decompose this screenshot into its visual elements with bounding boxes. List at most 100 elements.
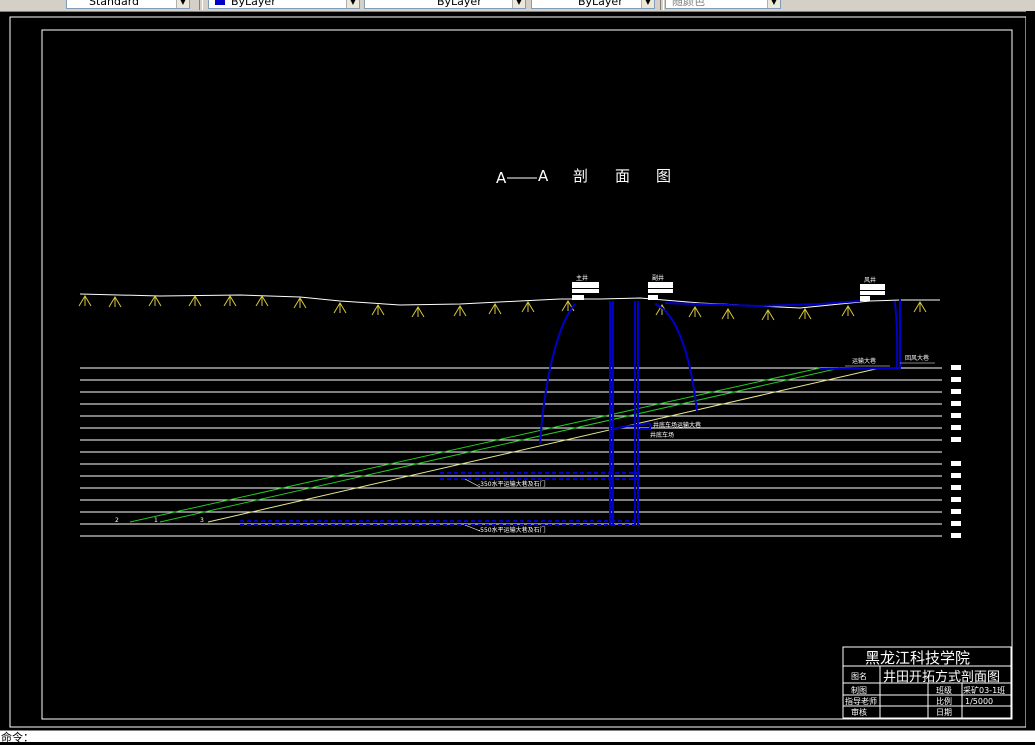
chevron-down-icon[interactable]: ▼: [767, 0, 780, 8]
ventilation-shaft-line-2: [894, 300, 899, 370]
school-name: 黑龙江科技学院: [865, 649, 970, 667]
linetype-value: ByLayer: [437, 0, 482, 8]
right-roadway: [819, 367, 901, 370]
vegetation-mark: [78, 295, 92, 307]
depth-mark: [951, 413, 961, 418]
canvas-right-edge: [1026, 11, 1035, 730]
vegetation-mark: [255, 295, 269, 307]
scale-value: 1/5000: [965, 697, 993, 706]
command-line[interactable]: 命令：: [0, 730, 1035, 744]
vegetation-mark: [798, 308, 812, 320]
annotation-roadway-1: 运输大巷: [852, 357, 876, 365]
vegetation-mark: [488, 303, 502, 315]
annotation-shaft-bottom-1: 井底车场运输大巷: [653, 421, 701, 429]
building-block: [648, 282, 673, 288]
vegetation-mark: [148, 295, 162, 307]
plot-style-value: 随颜色: [672, 0, 705, 8]
title-char-2: 面: [615, 167, 630, 185]
scale-label: 比例: [936, 696, 952, 706]
depth-mark: [951, 497, 961, 502]
vegetation-mark: [371, 304, 385, 316]
title-right: A: [538, 167, 549, 185]
inner-border: [41, 29, 1013, 720]
linetype-dropdown[interactable]: ByLayer ▼: [364, 0, 526, 9]
vegetation-mark: [521, 301, 535, 313]
building-block: [648, 295, 658, 300]
vegetation-mark: [913, 301, 927, 313]
depth-mark: [951, 485, 961, 490]
inclined-roadway-left: [539, 303, 576, 445]
depth-mark: [951, 461, 961, 466]
chevron-down-icon[interactable]: ▼: [176, 0, 189, 8]
drawing-svg[interactable]: A A 剖 面 图 2 1 3 运输大巷 回风大巷 井底车场运输大巷 井底车场 …: [0, 11, 1035, 730]
annotations: 运输大巷 回风大巷 井底车场运输大巷 井底车场 -350水平运输大巷及石门 -5…: [464, 354, 935, 534]
vegetation-mark: [841, 305, 855, 317]
depth-mark: [951, 473, 961, 478]
vegetation-mark: [293, 297, 307, 309]
seam-label-1: 1: [154, 517, 158, 524]
vegetation-mark: [333, 302, 347, 314]
building-block: [860, 296, 870, 301]
vegetation-mark: [721, 308, 735, 320]
toolbar-separator: [660, 0, 664, 10]
lineweight-dropdown[interactable]: ByLayer ▼: [531, 0, 655, 9]
layer-color-value: ByLayer: [231, 0, 276, 8]
draw-label: 制图: [851, 685, 867, 695]
building-block: [572, 289, 599, 293]
chevron-down-icon[interactable]: ▼: [641, 0, 654, 8]
plot-style-dropdown[interactable]: 随颜色 ▼: [665, 0, 781, 9]
date-label: 日期: [936, 708, 952, 717]
building-block: [572, 282, 599, 288]
coal-seams: 2 1 3: [115, 367, 881, 524]
text-style-value: Standard: [89, 0, 140, 8]
main-shaft-building: 主井: [572, 274, 599, 300]
depth-mark: [951, 509, 961, 514]
building-block: [860, 291, 885, 295]
command-prompt: 命令：: [1, 731, 34, 744]
vent-shaft-building: 风井: [860, 276, 885, 301]
vegetation-mark: [188, 295, 202, 307]
depth-mark: [951, 365, 961, 370]
depth-marks: [951, 365, 961, 538]
text-style-dropdown[interactable]: Standard ▼: [66, 0, 190, 9]
surface-buildings: 主井 副井 风井: [572, 274, 885, 301]
annotation-level-350: -350水平运输大巷及石门: [478, 480, 546, 488]
chevron-down-icon[interactable]: ▼: [512, 0, 525, 8]
seam-label-2: 2: [115, 517, 119, 524]
layer-color-dropdown[interactable]: ByLayer ▼: [208, 0, 360, 9]
lineweight-value: ByLayer: [578, 0, 623, 8]
vegetation-mark: [453, 305, 467, 317]
class-label: 班级: [936, 685, 952, 695]
title-char-1: 剖: [573, 167, 588, 185]
drawing-canvas[interactable]: A A 剖 面 图 2 1 3 运输大巷 回风大巷 井底车场运输大巷 井底车场 …: [0, 11, 1035, 730]
depth-mark: [951, 437, 961, 442]
section-title: A A 剖 面 图: [496, 167, 671, 187]
annotation-level-550: -550水平运输大巷及石门: [478, 526, 546, 534]
depth-mark: [951, 521, 961, 526]
seam-1: [159, 367, 841, 523]
chevron-down-icon[interactable]: ▼: [346, 0, 359, 8]
vegetation-mark: [108, 296, 122, 308]
depth-mark: [951, 401, 961, 406]
outer-border: [9, 16, 1027, 728]
inclined-roadway-right: [654, 303, 698, 412]
name-label: 图名: [851, 671, 867, 681]
vegetation-mark: [655, 304, 669, 316]
building-label-aux-shaft: 副井: [652, 274, 664, 282]
building-block: [648, 289, 673, 293]
building-block: [860, 284, 885, 290]
advisor-label: 指导老师: [845, 696, 877, 706]
depth-mark: [951, 533, 961, 538]
class-value: 采矿03-1班: [963, 685, 1005, 695]
annotation-roadway-2: 回风大巷: [905, 354, 929, 362]
vegetation-mark: [411, 306, 425, 318]
aux-shaft-building: 副井: [648, 274, 673, 300]
depth-mark: [951, 389, 961, 394]
building-label-main-shaft: 主井: [576, 274, 588, 282]
depth-mark: [951, 425, 961, 430]
seam-3: [207, 367, 881, 523]
ground-surface-line: [79, 293, 940, 309]
building-block: [572, 295, 584, 300]
review-label: 审核: [851, 707, 867, 717]
vegetation-mark: [223, 295, 237, 307]
